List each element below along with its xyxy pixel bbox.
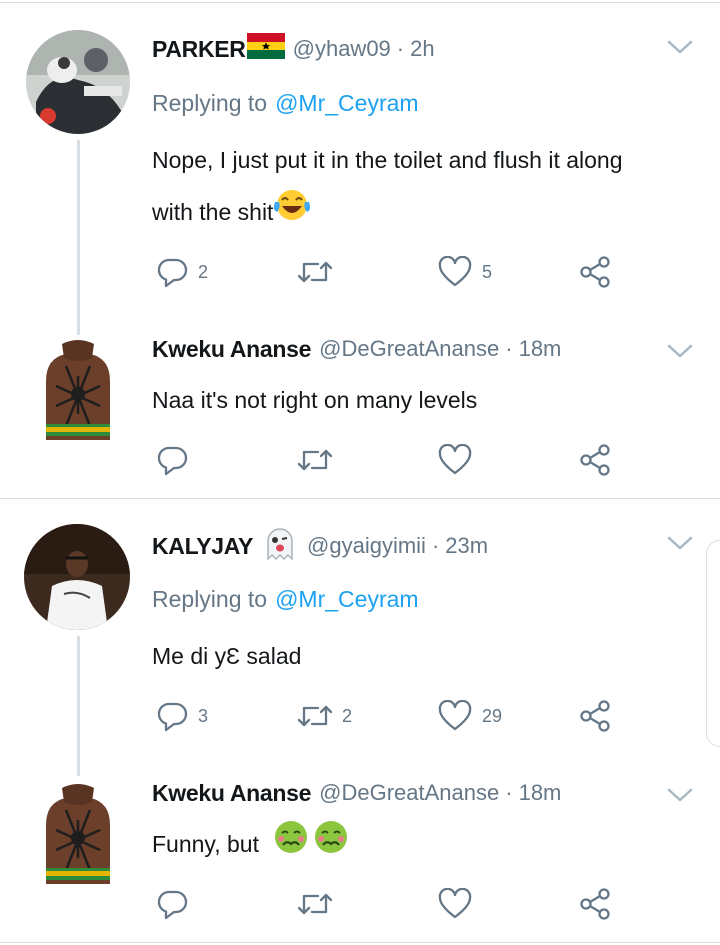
like-icon (438, 444, 472, 475)
user-handle[interactable]: @gyaigyimii (307, 533, 426, 559)
like-count: 5 (482, 261, 493, 282)
tweet-kweku-1[interactable]: Kweku Ananse @DeGreatAnanse · 18m Naa it… (0, 330, 720, 498)
separator-dot: · (431, 533, 440, 558)
tweet-actions: 3 2 29 (152, 696, 632, 736)
thread-line (77, 636, 80, 776)
retweet-button[interactable]: 2 (298, 696, 352, 736)
retweet-icon (298, 261, 332, 283)
reply-icon (157, 890, 188, 920)
tweet-kalyjay[interactable]: KALYJAY @gyaigyimii · 23m Replying to @Mr… (0, 500, 720, 776)
tweet-text-segment: Funny, but (152, 831, 259, 857)
separator-dot: · (505, 336, 513, 361)
like-count: 29 (482, 705, 503, 726)
chevron-down-icon[interactable] (664, 530, 696, 554)
conversation-divider (0, 498, 720, 499)
chevron-down-icon[interactable] (664, 34, 696, 58)
ghana-flag-icon (246, 33, 285, 65)
bottom-divider (0, 942, 720, 943)
timestamp[interactable]: 18m (519, 336, 562, 362)
reply-button[interactable] (156, 440, 198, 480)
display-name[interactable]: Kweku Ananse (152, 780, 311, 807)
reply-count: 3 (198, 705, 209, 726)
tweet-actions (152, 440, 632, 480)
share-button[interactable] (578, 884, 612, 924)
avatar[interactable] (24, 524, 130, 630)
replying-to-label: Replying to (152, 586, 268, 612)
tweet-text-line: Nope, I just put it in the toilet and fl… (152, 147, 623, 173)
share-icon (580, 888, 610, 920)
nauseated-face-emoji-icon (313, 819, 349, 873)
tweet-text: Me di yƐ salad (152, 643, 302, 669)
tweet-header: PARKER @yhaw09 · 2h (152, 32, 435, 66)
like-icon (438, 700, 472, 731)
reply-button[interactable]: 3 (156, 696, 208, 736)
share-button[interactable] (578, 440, 612, 480)
share-icon (580, 444, 610, 476)
mention-link[interactable]: @Mr_Ceyram (275, 586, 418, 612)
retweet-icon (298, 705, 332, 727)
like-button[interactable] (438, 884, 482, 924)
timestamp[interactable]: 23m (445, 533, 488, 559)
tweet-parker[interactable]: PARKER @yhaw09 · 2h Replying to @Mr_Ceyra… (0, 0, 720, 335)
tweet-text: Naa it's not right on many levels (152, 387, 478, 413)
tears-of-joy-emoji-icon (273, 188, 311, 240)
avatar[interactable] (26, 30, 130, 134)
tweet-actions: 2 5 (152, 252, 632, 292)
share-icon (580, 700, 610, 732)
scroll-handle[interactable] (706, 540, 720, 747)
thread-line (77, 140, 80, 335)
retweet-button[interactable] (298, 440, 342, 480)
display-name[interactable]: Kweku Ananse (152, 336, 311, 363)
share-button[interactable] (578, 696, 612, 736)
chevron-down-icon[interactable] (664, 338, 696, 362)
like-icon (438, 888, 472, 919)
timestamp[interactable]: 2h (410, 36, 434, 62)
tweet-actions (152, 884, 632, 924)
retweet-button[interactable] (298, 884, 342, 924)
tweet-text: Nope, I just put it in the toilet and fl… (152, 134, 692, 240)
reply-button[interactable] (156, 884, 198, 924)
reply-button[interactable]: 2 (156, 252, 208, 292)
tweet-header: KALYJAY @gyaigyimii · 23m (152, 528, 488, 563)
display-name[interactable]: KALYJAY (152, 533, 253, 560)
like-button[interactable]: 29 (438, 696, 502, 736)
like-icon (438, 256, 472, 287)
user-handle[interactable]: @yhaw09 (293, 36, 391, 62)
tweet-text-segment: with the shit (152, 199, 274, 225)
retweet-icon (298, 449, 332, 471)
replying-to: Replying to @Mr_Ceyram (152, 586, 419, 613)
user-handle[interactable]: @DeGreatAnanse (319, 780, 499, 806)
mention-link[interactable]: @Mr_Ceyram (275, 90, 418, 116)
reply-icon (157, 702, 188, 732)
replying-to: Replying to @Mr_Ceyram (152, 90, 419, 117)
retweet-icon (298, 893, 332, 915)
timestamp[interactable]: 18m (519, 780, 562, 806)
user-handle[interactable]: @DeGreatAnanse (319, 336, 499, 362)
like-button[interactable]: 5 (438, 252, 492, 292)
display-name[interactable]: PARKER (152, 36, 246, 63)
nauseated-face-emoji-icon (273, 819, 309, 873)
avatar[interactable] (26, 336, 130, 440)
ghost-emoji-icon (261, 525, 299, 567)
tweet-header: Kweku Ananse @DeGreatAnanse · 18m (152, 332, 561, 366)
separator-dot: · (505, 780, 513, 805)
reply-icon (157, 446, 188, 476)
reply-icon (157, 258, 188, 288)
tweet-text: Funny, but (152, 818, 692, 873)
like-button[interactable] (438, 440, 482, 480)
tweet-text-line: with the shit (152, 186, 692, 240)
avatar[interactable] (26, 780, 130, 884)
replying-to-label: Replying to (152, 90, 268, 116)
share-icon (580, 256, 610, 288)
tweet-header: Kweku Ananse @DeGreatAnanse · 18m (152, 776, 561, 810)
separator-dot: · (396, 36, 405, 61)
share-button[interactable] (578, 252, 612, 292)
chevron-down-icon[interactable] (664, 782, 696, 806)
tweet-kweku-2[interactable]: Kweku Ananse @DeGreatAnanse · 18m Funny,… (0, 774, 720, 942)
retweet-button[interactable] (298, 252, 342, 292)
retweet-count: 2 (342, 705, 353, 726)
reply-count: 2 (198, 261, 209, 282)
